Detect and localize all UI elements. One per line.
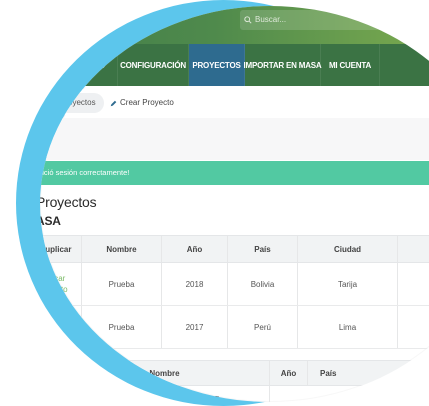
- page-subtitle: ASA: [40, 214, 61, 228]
- nav-item-configuracion[interactable]: Configuración: [118, 44, 189, 86]
- col-pais: País: [320, 368, 337, 378]
- cell-nombre: Prueba: [82, 263, 162, 305]
- circular-viewport: Buscar... Unidad Configuración Proyectos…: [40, 6, 429, 402]
- nav-item-label: Mi cuenta: [328, 60, 372, 70]
- cell-pais: Perú: [228, 306, 298, 348]
- col-anio: Año: [162, 236, 228, 262]
- cell-pais: Bolivia: [228, 263, 298, 305]
- top-header: Buscar...: [40, 6, 429, 44]
- nav-item-unidad[interactable]: Unidad: [40, 44, 118, 86]
- table-row: Prueba 2017: [40, 386, 429, 402]
- col-nombre: Nombre: [60, 361, 270, 385]
- cell-ciudad: Tarija: [298, 263, 398, 305]
- cell-anio: 2017: [162, 306, 228, 348]
- cell-nombre: Prueba: [82, 306, 162, 348]
- search-icon: [244, 16, 252, 24]
- alert-text: Inició sesión correctamente!: [40, 168, 130, 177]
- duplicate-link-line: Duplicar: [40, 274, 66, 283]
- search-placeholder: Buscar...: [255, 15, 287, 24]
- main-nav: Unidad Configuración Proyectos Importar …: [40, 44, 429, 86]
- cell-extra: [398, 306, 429, 348]
- cell-ciudad: Lima: [298, 306, 398, 348]
- nav-item-label: Importar en masa: [243, 60, 322, 70]
- cell-anio: 2018: [162, 263, 228, 305]
- duplicate-link-line: Proyecto: [40, 285, 68, 294]
- pencil-icon: [110, 100, 117, 106]
- col-nombre: Nombre: [82, 236, 162, 262]
- col-ciudad: Ciudad: [298, 236, 398, 262]
- col-pais: País: [228, 236, 298, 262]
- search-box[interactable]: Buscar...: [240, 10, 394, 30]
- table-header: Duplicar Nombre Año País Ciudad: [40, 235, 429, 263]
- cell-extra: [398, 263, 429, 305]
- spacer-band: [40, 118, 429, 160]
- col-duplicar: Duplicar: [40, 236, 82, 262]
- nav-item-label: Proyectos: [192, 60, 241, 70]
- nav-item-importar[interactable]: Importar en masa: [243, 44, 322, 86]
- cell-nombre: Prueba 2017: [60, 386, 270, 402]
- app-content: Buscar... Unidad Configuración Proyectos…: [40, 6, 429, 402]
- table-header: Nombre Año País: [40, 360, 429, 386]
- col-extra: [398, 236, 429, 262]
- nav-item-label: Unidad: [75, 60, 105, 70]
- duplicate-project-link[interactable]: Duplicar Proyecto: [40, 263, 82, 305]
- success-alert: Inició sesión correctamente!: [40, 161, 429, 185]
- create-project-link[interactable]: Crear Proyecto: [110, 93, 174, 113]
- cell-duplicar: [40, 306, 82, 348]
- page-title: Proyectos: [40, 194, 97, 210]
- screenshot-scene: Buscar... Unidad Configuración Proyectos…: [0, 0, 429, 406]
- col-anio: Año: [270, 361, 308, 385]
- table-row: Duplicar Proyecto Prueba 2018 Bolivia Ta…: [40, 263, 429, 306]
- nav-item-proyectos[interactable]: Proyectos: [189, 44, 245, 86]
- nav-item-mi-cuenta[interactable]: Mi cuenta: [321, 44, 380, 86]
- breadcrumb-label: Proyectos: [60, 98, 96, 107]
- breadcrumb-current[interactable]: Proyectos: [42, 93, 104, 113]
- table-row: Prueba 2017 Perú Lima: [40, 306, 429, 349]
- create-project-label: Crear Proyecto: [120, 98, 174, 107]
- nav-item-label: Configuración: [120, 60, 186, 70]
